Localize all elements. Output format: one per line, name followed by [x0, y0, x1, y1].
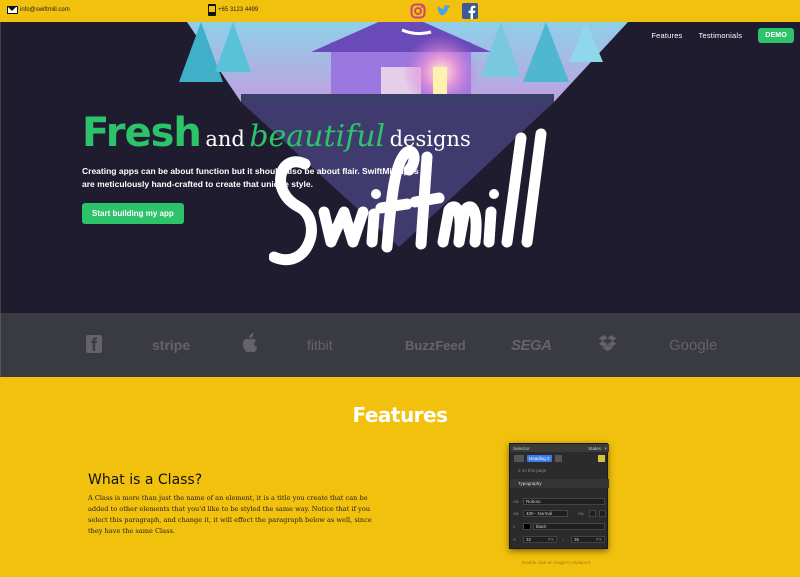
class-chip[interactable]: Heading 2 — [527, 455, 552, 462]
text-style-button[interactable] — [589, 510, 596, 517]
phone-icon — [208, 4, 216, 16]
buzzfeed-logo: BuzzFeed — [405, 338, 466, 353]
on-page-text: 3 on this page — [518, 468, 547, 473]
italic-icon[interactable]: Aa — [578, 511, 584, 516]
selector-label: Selector — [513, 446, 530, 451]
features-title: Features — [352, 403, 448, 427]
email-text[interactable]: info@swiftmill.com — [20, 7, 70, 13]
selector-row: Heading 2 — [510, 453, 609, 465]
email-contact[interactable]: info@swiftmill.com — [7, 6, 70, 14]
headline-and: and — [205, 127, 245, 151]
mail-icon — [7, 6, 18, 14]
fitbit-logo: fitbit — [307, 337, 333, 353]
weight-icon: Aa — [513, 511, 519, 516]
demo-button[interactable]: DEMO — [758, 28, 794, 43]
size-unit: PX — [548, 537, 555, 542]
apple-logo-icon — [241, 333, 258, 356]
line-height-icon: ↕ — [562, 537, 565, 542]
social-links — [410, 3, 488, 19]
size-icon: A — [513, 537, 517, 542]
nav-testimonials[interactable]: Testimonials — [699, 31, 743, 40]
stripe-logo: stripe — [152, 337, 191, 353]
edit-icon[interactable] — [555, 455, 562, 462]
panel-header: Selector States × — [510, 444, 609, 452]
google-logo: Google — [669, 337, 718, 354]
sega-logo: SEGA — [511, 337, 552, 354]
states-label[interactable]: States — [588, 446, 601, 451]
close-icon[interactable]: × — [604, 446, 607, 451]
line-height-unit: PX — [596, 537, 603, 542]
confirm-icon[interactable] — [598, 455, 605, 462]
top-bar: info@swiftmill.com +65 3123 4499 — [0, 0, 800, 22]
class-heading: What is a Class? — [88, 472, 203, 488]
typography-label: Typography — [518, 481, 542, 486]
phone-contact[interactable]: +65 3123 4499 — [208, 4, 258, 16]
style-panel: Selector States × Heading 2 3 on this pa… — [509, 443, 609, 549]
color-name[interactable]: black — [533, 523, 605, 530]
nav-features[interactable]: Features — [651, 31, 682, 40]
facebook-logo-icon: f — [86, 335, 102, 355]
on-page-row: 3 on this page — [510, 467, 609, 474]
instagram-icon[interactable] — [410, 3, 426, 19]
main-nav: Features Testimonials DEMO — [651, 28, 794, 43]
class-box-icon — [514, 455, 524, 462]
font-select[interactable]: Roboto — [523, 498, 605, 505]
weight-select[interactable]: 400 - Normal — [523, 510, 568, 517]
twitter-icon[interactable] — [436, 3, 452, 19]
color-icon: ◐ — [513, 524, 516, 529]
phone-text[interactable]: +65 3123 4499 — [218, 7, 258, 13]
facebook-icon[interactable] — [462, 3, 478, 19]
class-paragraph: A Class is more than just the name of an… — [88, 494, 372, 535]
hero-section: Features Testimonials DEMO Fresh and bea… — [0, 22, 800, 313]
features-section: Features What is a Class? A Class is mor… — [0, 377, 800, 577]
typography-header[interactable]: Typography — [510, 479, 609, 488]
color-swatch[interactable] — [523, 523, 531, 530]
start-building-button[interactable]: Start building my app — [82, 203, 184, 224]
client-logos-strip: f stripe fitbit BuzzFeed SEGA Google — [0, 313, 800, 377]
dropbox-logo-icon — [599, 335, 619, 356]
swiftmill-logo — [269, 128, 547, 266]
italic-button[interactable] — [599, 510, 606, 517]
image-caption: Double click an image to replace it — [522, 560, 591, 565]
font-icon: Aa — [513, 499, 519, 504]
headline-fresh: Fresh — [82, 110, 202, 156]
